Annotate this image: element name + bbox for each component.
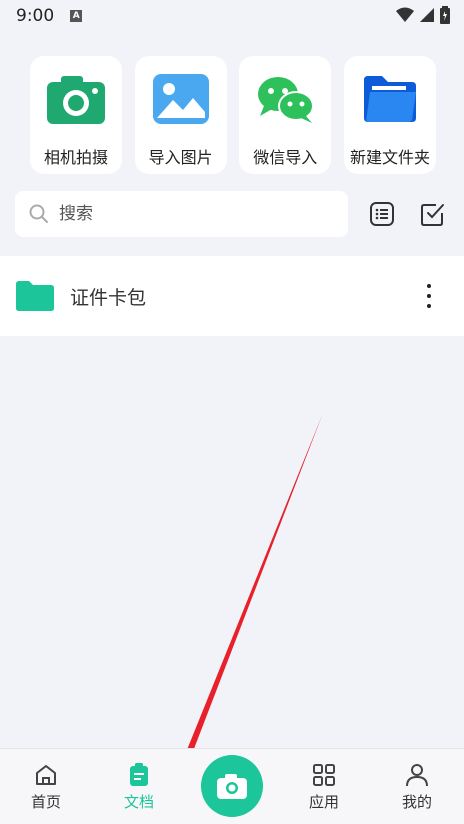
nav-label: 文档	[123, 793, 154, 811]
camera-fab-button[interactable]	[201, 755, 263, 817]
nav-apps[interactable]: 应用	[294, 763, 354, 812]
nav-label: 应用	[308, 793, 339, 811]
camera-icon	[47, 72, 105, 126]
search-box[interactable]	[15, 191, 348, 237]
grid-icon	[313, 764, 335, 786]
more-options-icon[interactable]	[424, 284, 434, 308]
status-time: 9:00	[16, 6, 55, 26]
checkbox-icon	[421, 204, 444, 226]
quick-action-label: 导入图片	[148, 148, 213, 167]
user-icon	[406, 764, 428, 787]
nav-label: 首页	[30, 793, 61, 811]
wechat-import-button[interactable]: 微信导入	[239, 56, 332, 174]
folder-icon	[361, 72, 419, 126]
image-icon	[152, 72, 210, 126]
import-image-button[interactable]: 导入图片	[134, 56, 227, 174]
folder-icon	[16, 281, 54, 311]
quick-action-label: 新建文件夹	[349, 148, 430, 167]
quick-actions: 相机拍摄 导入图片 微信导入 新建文件夹	[30, 56, 436, 174]
bottom-nav: 首页 文档 应用 我的	[0, 748, 464, 824]
notification-icon: A	[70, 10, 83, 22]
quick-action-label: 相机拍摄	[43, 148, 108, 167]
wechat-icon	[256, 72, 315, 126]
folder-item[interactable]: 证件卡包	[0, 256, 464, 336]
search-icon	[29, 204, 48, 223]
new-folder-button[interactable]: 新建文件夹	[343, 56, 436, 174]
camera-icon	[217, 774, 247, 799]
status-bar: 9:00 A	[0, 0, 464, 32]
list-view-button[interactable]	[367, 199, 397, 229]
status-icons	[396, 6, 450, 24]
document-icon	[130, 763, 148, 786]
search-row	[15, 191, 449, 237]
home-icon	[36, 765, 56, 785]
signal-icon	[420, 8, 434, 22]
camera-capture-button[interactable]: 相机拍摄	[30, 56, 122, 174]
nav-home[interactable]: 首页	[16, 763, 76, 812]
select-button[interactable]	[418, 199, 448, 229]
nav-mine[interactable]: 我的	[387, 763, 447, 812]
nav-docs[interactable]: 文档	[109, 763, 169, 812]
list-icon	[370, 202, 394, 226]
search-input[interactable]	[59, 204, 309, 224]
folder-name: 证件卡包	[70, 286, 147, 309]
wifi-icon	[396, 7, 414, 22]
battery-icon	[440, 6, 450, 24]
nav-label: 我的	[401, 793, 432, 811]
quick-action-label: 微信导入	[253, 148, 318, 167]
